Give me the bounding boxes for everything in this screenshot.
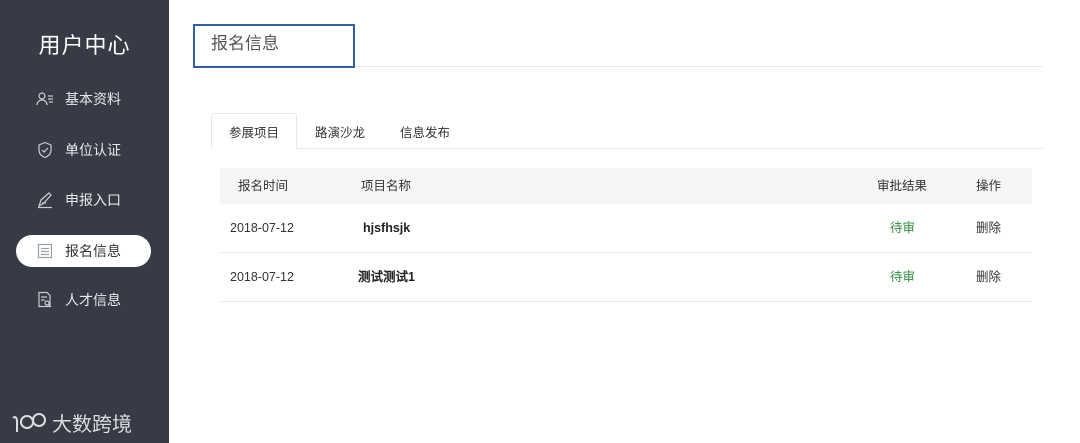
cell-date: 2018-07-12	[230, 221, 294, 235]
sidebar-item-declaration-entry[interactable]: 申报入口	[16, 184, 151, 216]
status-badge: 待审	[890, 221, 916, 235]
document-search-icon	[36, 291, 54, 309]
column-header-date: 报名时间	[238, 179, 289, 193]
tab-info-release[interactable]: 信息发布	[385, 113, 465, 149]
delete-button[interactable]: 删除	[976, 253, 1001, 301]
sidebar-item-registration-info[interactable]: 报名信息	[16, 235, 151, 267]
column-header-project-name: 项目名称	[361, 179, 412, 193]
sidebar-item-label: 基本资料	[65, 91, 121, 107]
tab-roadshow-salon[interactable]: 路演沙龙	[300, 113, 380, 149]
user-list-icon	[36, 90, 54, 108]
pen-icon	[36, 191, 54, 209]
cell-date: 2018-07-12	[230, 270, 294, 284]
brand-logo-icon	[12, 412, 46, 432]
shield-check-icon	[36, 141, 54, 159]
sidebar-item-label: 单位认证	[65, 142, 121, 158]
cell-project-name: 测试测试1	[358, 270, 415, 284]
sidebar-item-unit-certification[interactable]: 单位认证	[16, 134, 151, 166]
table-header: 报名时间 项目名称 审批结果 操作	[220, 168, 1032, 204]
sidebar-item-basic-info[interactable]: 基本资料	[16, 83, 151, 115]
column-header-approval-result: 审批结果	[877, 179, 928, 193]
sidebar: 用户中心 基本资料 单位认证 申报入口 报名信息 人才信息 大数跨境	[0, 0, 169, 443]
table-row: 2018-07-12 测试测试1 待审 删除	[220, 253, 1032, 302]
table-row: 2018-07-12 hjsfhsjk 待审 删除	[220, 204, 1032, 253]
sidebar-item-label: 报名信息	[65, 243, 121, 259]
column-header-action: 操作	[976, 179, 1002, 193]
sidebar-title: 用户中心	[38, 33, 131, 58]
sidebar-item-label: 申报入口	[65, 192, 121, 208]
sidebar-item-label: 人才信息	[65, 292, 121, 308]
watermark-text: 大数跨境	[52, 414, 132, 436]
sidebar-item-talent-info[interactable]: 人才信息	[16, 284, 151, 316]
delete-button[interactable]: 删除	[976, 204, 1001, 252]
page-title: 报名信息	[211, 34, 279, 53]
status-badge: 待审	[890, 270, 916, 284]
watermark-logo: 大数跨境	[10, 408, 132, 437]
list-document-icon	[36, 242, 54, 260]
tab-exhibition-projects[interactable]: 参展项目	[211, 113, 297, 149]
header-divider	[355, 66, 1043, 67]
cell-project-name: hjsfhsjk	[363, 221, 411, 235]
